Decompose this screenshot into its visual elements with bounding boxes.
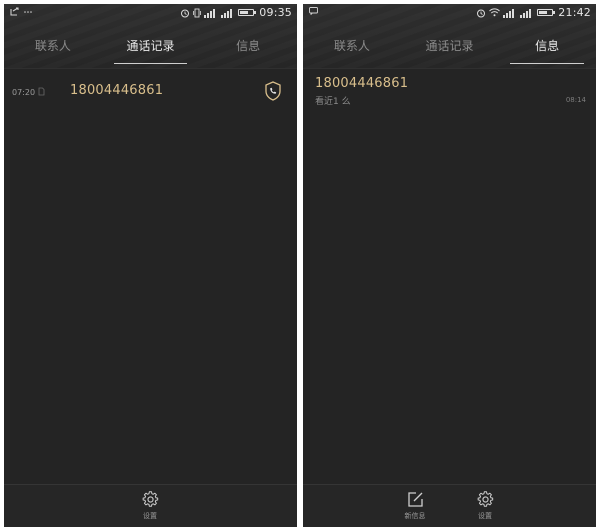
status-time: 21:42 (558, 6, 591, 19)
bottom-bar: 新信息 设置 (303, 484, 596, 527)
tab-bar: 联系人 通话记录 信息 (4, 32, 297, 66)
top-bar: 09:35 联系人 通话记录 信息 (4, 4, 297, 69)
two-phone-screenshots: 09:35 联系人 通话记录 信息 07:20 18004446861 设置 2… (0, 0, 600, 531)
gear-icon (142, 491, 158, 507)
message-preview: 看近1 么 (315, 97, 351, 107)
tab-call-log[interactable]: 通话记录 (401, 32, 499, 66)
shield-phone-icon[interactable] (264, 81, 282, 101)
notification-icon (10, 7, 19, 16)
alarm-icon (181, 9, 190, 17)
settings-label: 设置 (143, 512, 157, 520)
signal-2-icon (221, 8, 233, 18)
call-log-row[interactable]: 07:20 18004446861 (4, 74, 297, 114)
status-time: 09:35 (259, 6, 292, 19)
signal-2-icon (520, 8, 532, 18)
top-bar: 21:42 联系人 通话记录 信息 (303, 4, 596, 69)
tab-bar: 联系人 通话记录 信息 (303, 32, 596, 66)
tab-messages[interactable]: 信息 (199, 32, 297, 66)
sim-icon (38, 87, 45, 96)
message-date: 08:14 (565, 96, 586, 104)
battery-icon (238, 9, 257, 16)
tab-messages[interactable]: 信息 (498, 32, 596, 66)
alarm-icon (477, 9, 486, 17)
gear-icon (477, 491, 493, 507)
wifi-icon (489, 8, 501, 17)
call-number: 18004446861 (70, 83, 164, 98)
settings-label: 设置 (478, 512, 492, 520)
settings-button[interactable]: 设置 (130, 491, 170, 521)
phone-screen-messages: 21:42 联系人 通话记录 信息 18004446861 看近1 么 08:1… (303, 4, 596, 527)
message-thread-row[interactable]: 18004446861 看近1 么 08:14 (303, 74, 596, 116)
battery-icon (537, 9, 556, 16)
vibrate-icon (193, 8, 202, 17)
bottom-bar: 设置 (4, 484, 297, 527)
new-message-label: 新信息 (404, 512, 426, 520)
compose-icon (407, 492, 423, 507)
message-sender-number: 18004446861 (315, 76, 409, 91)
phone-screen-call-log: 09:35 联系人 通话记录 信息 07:20 18004446861 设置 (4, 4, 297, 527)
signal-1-icon (204, 8, 216, 18)
status-bar: 09:35 (4, 4, 297, 24)
more-icon (24, 11, 32, 13)
tab-contacts[interactable]: 联系人 (4, 32, 102, 66)
settings-button[interactable]: 设置 (465, 491, 505, 521)
tab-contacts[interactable]: 联系人 (303, 32, 401, 66)
tab-call-log[interactable]: 通话记录 (102, 32, 200, 66)
call-time: 07:20 (12, 88, 36, 97)
message-notification-icon (309, 7, 318, 15)
new-message-button[interactable]: 新信息 (395, 491, 435, 521)
signal-1-icon (503, 8, 515, 18)
status-bar: 21:42 (303, 4, 596, 24)
